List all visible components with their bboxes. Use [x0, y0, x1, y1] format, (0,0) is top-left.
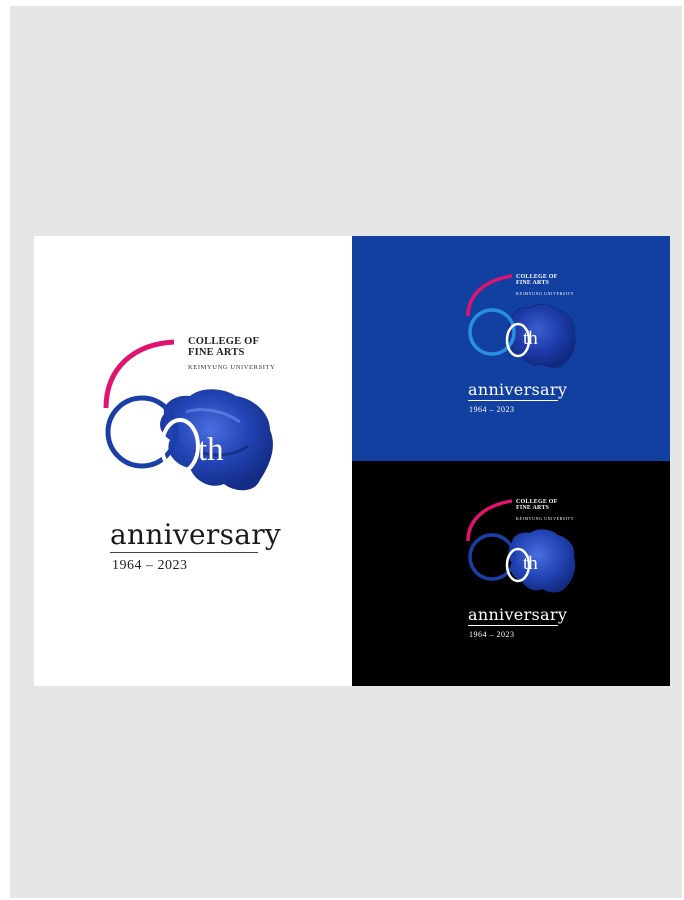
university-name: KEIMYUNG UNIVERSITY: [516, 516, 575, 521]
college-name: COLLEGE OF FINE ARTS: [188, 336, 259, 358]
logo-artwork: [103, 339, 273, 491]
divider-line: [468, 400, 558, 401]
logo-artwork: [466, 499, 576, 593]
logo-panel-black: COLLEGE OF FINE ARTS KEIMYUNG UNIVERSITY…: [352, 461, 670, 686]
anniversary-logo: COLLEGE OF FINE ARTS KEIMYUNG UNIVERSITY…: [34, 236, 352, 686]
anniversary-logo: COLLEGE OF FINE ARTS KEIMYUNG UNIVERSITY…: [352, 461, 670, 686]
logo-artwork: [466, 274, 576, 368]
ordinal-suffix: th: [523, 553, 538, 574]
page-margin: [0, 0, 10, 900]
ordinal-suffix: th: [523, 328, 538, 349]
years-range: 1964 – 2023: [112, 558, 188, 573]
college-line-2: FINE ARTS: [516, 280, 550, 287]
paint-blob-icon: [508, 304, 576, 368]
logo-variations-sheet: COLLEGE OF FINE ARTS KEIMYUNG UNIVERSITY…: [34, 236, 670, 686]
logo-panel-blue: COLLEGE OF FINE ARTS KEIMYUNG UNIVERSITY…: [352, 236, 670, 461]
paint-blob-icon: [508, 529, 576, 593]
college-line-2: FINE ARTS: [516, 505, 550, 512]
university-name: KEIMYUNG UNIVERSITY: [516, 291, 575, 296]
divider-line: [110, 552, 258, 553]
logo-panel-white: COLLEGE OF FINE ARTS KEIMYUNG UNIVERSITY…: [34, 236, 352, 686]
university-name: KEIMYUNG UNIVERSITY: [188, 364, 276, 371]
college-name: COLLEGE OF FINE ARTS: [516, 499, 558, 512]
ordinal-suffix: th: [198, 432, 224, 468]
years-range: 1964 – 2023: [469, 630, 515, 639]
anniversary-word: anniversary: [110, 518, 282, 551]
anniversary-logo: COLLEGE OF FINE ARTS KEIMYUNG UNIVERSITY…: [352, 236, 670, 461]
college-name: COLLEGE OF FINE ARTS: [516, 274, 558, 287]
college-line-1: COLLEGE OF: [188, 336, 260, 347]
anniversary-word: anniversary: [468, 605, 568, 624]
years-range: 1964 – 2023: [469, 405, 515, 414]
divider-line: [468, 625, 558, 626]
anniversary-word: anniversary: [468, 380, 568, 399]
college-line-2: FINE ARTS: [188, 347, 245, 359]
